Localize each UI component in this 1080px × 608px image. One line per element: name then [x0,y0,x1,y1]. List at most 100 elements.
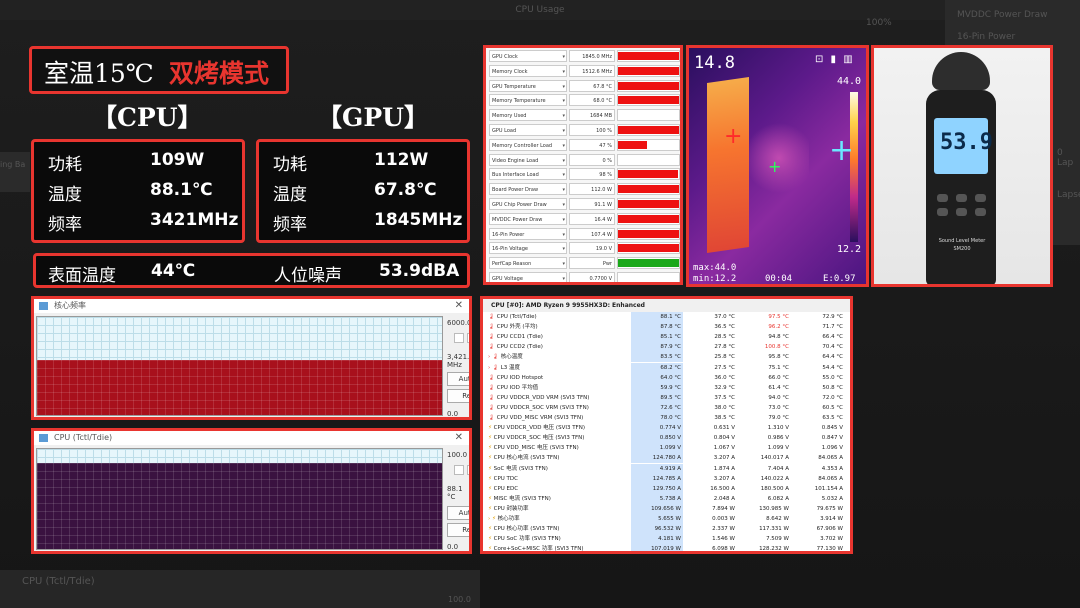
close-icon[interactable]: ✕ [455,299,463,313]
hwinfo-value-max: 66.0 °C [768,374,789,381]
surface-temp-value: 44℃ [151,261,196,281]
meter-button [956,194,967,202]
gpuz-sensor-select[interactable]: GPU Chip Power Draw [489,198,567,211]
gpuz-sensor-select[interactable]: GPU Clock [489,50,567,63]
gpuz-bar-fill [618,126,679,134]
hwinfo-value-avg: 79.675 W [816,505,843,512]
gpuz-sensor-select[interactable]: Memory Temperature [489,94,567,107]
hwinfo-row[interactable]: ⚡ CPU VDDCR_SOC 电压 (SVI3 TFN) 0.850 V 0.80… [483,433,850,444]
hwinfo-value-max: 180.500 A [760,485,789,492]
thermometer-icon: 🌡 [488,334,497,341]
hwinfo-value-max: 7.509 W [766,536,789,543]
thermometer-icon: 🌡 [488,384,497,391]
gpuz-sensor-select[interactable]: Board Power Draw [489,183,567,196]
gpuz-sensor-select[interactable]: Bus Interface Load [489,168,567,181]
background-bottom-window: CPU (Tctl/Tdie) 100.0 [0,570,480,608]
hwinfo-row[interactable]: ⚡ CPU SoC 功率 (SVI3 TFN) 4.181 W 1.546 W 7.5… [483,534,850,545]
thermal-time: 00:04 [765,274,793,284]
color-swatch[interactable] [467,333,469,343]
reset-button[interactable]: Reset [447,389,469,403]
hwinfo-value-avg: 64.4 °C [822,354,843,361]
hwinfo-row[interactable]: 🌡 CPU 外壳 (平均) 87.8 °C 36.5 °C 96.2 °C 71.7 °… [483,322,850,333]
color-swatch[interactable] [454,333,464,343]
gpuz-sensor-select[interactable]: Memory Used [489,109,567,122]
lightning-icon: ⚡ [488,526,494,533]
hwinfo-value-min: 25.8 °C [714,354,735,361]
close-icon[interactable]: ✕ [455,431,463,445]
gpuz-sensor-bar [617,257,680,270]
title-banner: 室温15℃ 双烤模式 [29,46,289,94]
gpuz-row: GPU Voltage0.7700 V [489,272,680,282]
hwinfo-row[interactable]: 🌡 CPU IOD 平均值 59.9 °C 32.9 °C 61.4 °C 50.8 °… [483,382,850,393]
hwinfo-value-max: 73.0 °C [768,404,789,411]
auto-fit-button[interactable]: Auto Fit [447,372,469,386]
app-icon [39,302,48,310]
gpuz-sensor-select[interactable]: Memory Controller Load [489,138,567,152]
surface-noise-box: 表面温度 44℃ 人位噪声 53.9dBA [33,253,470,288]
temp-window-titlebar[interactable]: CPU (Tctl/Tdie) ✕ [34,431,469,445]
gpuz-sensor-select[interactable]: GPU Load [489,124,567,137]
hwinfo-row[interactable]: 🌡 CPU CCD2 (Tdie) 87.9 °C 27.8 °C 100.8 °C 7… [483,342,850,353]
hwinfo-row[interactable]: ⚡ CPU 核心电流 (SVI3 TFN) 124.780 A 3.207 A 140… [483,453,850,464]
graph-min-label: 0.0 [447,543,459,551]
hwinfo-sensor-name: ⚡ SoC 电流 (SVI3 TFN) [488,465,548,472]
hwinfo-row[interactable]: ⚡ CPU TDC 124.785 A 3.207 A 140.022 A 84.065… [483,473,850,484]
gpuz-sensor-value: 98 % [569,168,615,181]
max-crosshair-icon: + [724,124,743,149]
hwinfo-row[interactable]: ⚡ SoC 电流 (SVI3 TFN) 4.919 A 1.874 A 7.404 A… [483,463,850,474]
hwinfo-row[interactable]: 🌡 CPU CCD1 (Tdie) 85.1 °C 28.5 °C 94.8 °C 66… [483,332,850,343]
hwinfo-row[interactable]: › 🌡 核心温度 83.5 °C 25.8 °C 95.8 °C 64.4 °C [483,352,850,363]
hwinfo-sensor-name: 🌡 CPU 外壳 (平均) [488,324,538,331]
gpuz-sensor-select[interactable]: Memory Clock [489,64,567,78]
core-window-titlebar[interactable]: 核心频率 ✕ [34,299,469,313]
hwinfo-sensor-name: 🌡 CPU VDDCR_SOC VRM (SVI3 TFN) [488,404,589,411]
gpuz-sensor-bar [617,124,680,136]
hwinfo-value-current: 78.0 °C [631,413,683,423]
gpuz-bar-fill [618,244,679,253]
reset-button[interactable]: Reset [447,523,469,537]
hwinfo-value-avg: 0.847 V [821,435,843,442]
thermal-scale-min: 12.2 [837,244,862,255]
hwinfo-sensor-name: 🌡 CPU IOD 平均值 [488,384,539,391]
gpuz-sensor-select[interactable]: PerfCap Reason [489,257,567,270]
gpuz-sensor-select[interactable]: GPU Temperature [489,79,567,93]
hwinfo-row[interactable]: › 🌡 L3 温度 68.2 °C 27.5 °C 75.1 °C 54.4 °C [483,362,850,373]
hwinfo-row[interactable]: ⚡ CPU EDC 129.750 A 16.500 A 180.500 A 101.1… [483,483,850,494]
gpuz-bar-fill [618,170,678,179]
hwinfo-row[interactable]: ⚡ CPU 封装功率 109.656 W 7.894 W 130.985 W 79.67… [483,503,850,514]
hwinfo-row[interactable]: ⚡ CPU VDD_MISC 电压 (SVI3 TFN) 1.099 V 1.067… [483,443,850,454]
gpuz-sensor-select[interactable]: 16-Pin Power [489,227,567,241]
color-swatch[interactable] [454,465,464,475]
gpuz-sensor-select[interactable]: 16-Pin Voltage [489,242,567,255]
gpuz-sensor-select[interactable]: Video Engine Load [489,153,567,167]
hwinfo-row[interactable]: 🌡 CPU VDD_MISC VRM (SVI3 TFN) 78.0 °C 38.5… [483,413,850,423]
gpuz-sensor-select[interactable]: MVDDC Power Draw [489,212,567,226]
hwinfo-row[interactable]: ⚡ CPU 核心功率 (SVI3 TFN) 96.532 W 2.337 W 117.… [483,524,850,535]
auto-fit-button[interactable]: Auto Fit [447,506,469,520]
gpuz-row: Memory Controller Load47 % [489,138,680,152]
hwinfo-value-current: 87.9 °C [631,342,683,353]
hwinfo-value-min: 1.874 A [713,465,735,472]
hwinfo-value-max: 1.099 V [767,445,789,452]
hwinfo-row[interactable]: 🌡 CPU (Tctl/Tdie) 88.1 °C 37.0 °C 97.5 °C 72… [483,312,850,322]
lightning-icon: ⚡ [488,505,494,512]
hwinfo-sensor-name: ⚡ CPU VDDCR_VDD 电压 (SVI3 TFN) [488,425,585,432]
temp-window-title: CPU (Tctl/Tdie) [54,433,113,442]
hwinfo-sensor-name: 🌡 CPU CCD1 (Tdie) [488,334,543,341]
hwinfo-value-max: 79.0 °C [768,415,789,421]
gpuz-sensor-select[interactable]: GPU Voltage [489,272,567,282]
hwinfo-row[interactable]: 🌡 CPU VDDCR_SOC VRM (SVI3 TFN) 72.6 °C 38.… [483,402,850,413]
gpuz-sensor-bar [617,272,680,282]
hwinfo-row[interactable]: 🌡 CPU VDDCR_VDD VRM (SVI3 TFN) 89.5 °C 37.… [483,392,850,403]
hwinfo-row[interactable]: ⚡ Core+SoC+MISC 功率 (SVI3 TFN) 107.019 W 6.… [483,544,850,551]
hwinfo-row[interactable]: ⚡ CPU VDDCR_VDD 电压 (SVI3 TFN) 0.774 V 0.63… [483,423,850,434]
hwinfo-value-max: 7.404 A [767,465,789,472]
hwinfo-row[interactable]: › ⚡ 核心功率 5.655 W 0.003 W 8.642 W 3.914 W [483,514,850,524]
color-swatch[interactable] [467,465,469,475]
hwinfo-value-min: 0.804 V [713,435,735,442]
hwinfo-value-min: 28.5 °C [714,334,735,341]
hwinfo-row[interactable]: 🌡 CPU IOD Hotspot 64.0 °C 36.0 °C 66.0 °C 55… [483,372,850,383]
hwinfo-sensor-name: ⚡ CPU 核心功率 (SVI3 TFN) [488,526,560,533]
hwinfo-row[interactable]: ⚡ MISC 电流 (SVI3 TFN) 5.738 A 2.048 A 6.082 … [483,493,850,504]
hwinfo-value-avg: 50.8 °C [822,384,843,391]
